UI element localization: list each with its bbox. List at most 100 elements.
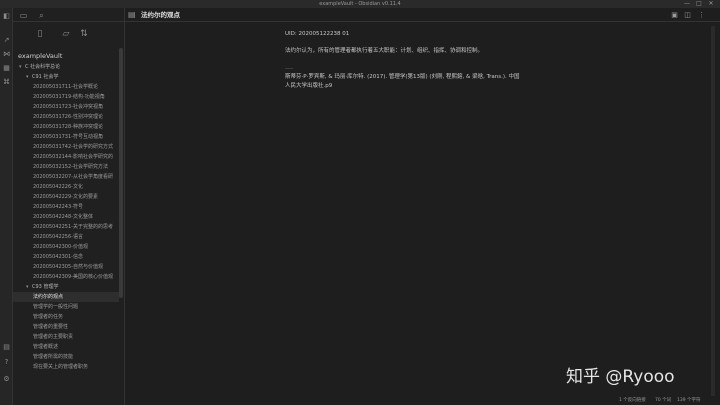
file-item[interactable]: 管理学的一般性问题: [13, 302, 119, 312]
tree-item-label: 法约尔的观点: [33, 294, 64, 300]
tree-item-label: 202005032207-从社会学角度看研: [33, 174, 113, 180]
char-count: 139 个字符: [677, 398, 701, 403]
tree-item-label: 202005042309-美国的核心价值观: [33, 274, 113, 280]
help-icon[interactable]: ?: [2, 358, 11, 367]
graph-view-icon[interactable]: ⋈: [2, 50, 11, 59]
file-item[interactable]: 202005031728-种族冲突理论: [13, 122, 119, 132]
file-item[interactable]: 202005042243-符号: [13, 202, 119, 212]
tree-item-label: 202005031711-社会学概论: [33, 84, 98, 90]
sort-icon[interactable]: ⇅: [79, 29, 89, 39]
tree-item-label: 202005042251-关于完整的的思考: [33, 224, 113, 230]
vault-switch-icon[interactable]: ▤: [2, 343, 11, 352]
note-paragraph: 法约尔认为，所有的管理者都执行着五大职能：计划、组织、指挥、协调和控制。: [285, 48, 484, 54]
tree-item-label: 202005031719-结构-功能视角: [33, 94, 105, 100]
tree-item-label: 202005032144-影响社会学研究的: [33, 154, 113, 160]
editor-scrollbar[interactable]: [711, 26, 715, 396]
close-button[interactable]: ✕: [706, 0, 716, 8]
more-options-icon[interactable]: ⋮: [697, 10, 706, 20]
tree-item-label: 202005042226-文化: [33, 184, 83, 190]
folder-item[interactable]: ▾ C91 社会学: [13, 72, 119, 82]
file-item[interactable]: 202005042309-美国的核心价值观: [13, 272, 119, 282]
sidebar-toggle-icon[interactable]: ◧: [2, 12, 11, 21]
file-item[interactable]: 202005031723-社会冲突视角: [13, 102, 119, 112]
tree-item-label: 202005031731-符号互动视角: [33, 134, 103, 140]
tree-item-label: 管理者的重要性: [33, 324, 69, 330]
tree-item-label: C 社会科学总论: [25, 64, 61, 70]
tree-item-label: 202005031742-社会学的研究方式: [33, 144, 113, 150]
search-icon[interactable]: ⌕: [37, 11, 46, 20]
preview-toggle-icon[interactable]: ▣: [670, 10, 679, 20]
tree-item-label: 202005031723-社会冲突视角: [33, 104, 103, 110]
window-titlebar: exampleVault - Obsidian v0.11.4 — □ ✕: [0, 0, 720, 8]
calendar-icon[interactable]: ▦: [2, 64, 11, 73]
file-item[interactable]: 202005042300-价值观: [13, 242, 119, 252]
file-item[interactable]: 202005031726-性别冲突理论: [13, 112, 119, 122]
maximize-button[interactable]: □: [694, 0, 704, 8]
tree-item-label: C91 社会学: [32, 74, 59, 80]
file-item[interactable]: 202005042305-自然与价值观: [13, 262, 119, 272]
file-item[interactable]: 管理者的主要职责: [13, 332, 119, 342]
file-explorer-actions: ▯ ▱ ⇅: [13, 22, 125, 46]
note-reference-line-2: 人民大学出版社.p9: [285, 83, 333, 89]
file-item[interactable]: 202005042256-语言: [13, 232, 119, 242]
note-separator: ----: [285, 66, 293, 72]
watermark-text: 知乎 @Ryooo: [566, 367, 675, 387]
tree-item-label: C93 管理学: [32, 284, 59, 290]
tree-item-label: 202005042248-文化整体: [33, 214, 93, 220]
left-ribbon: ◧ ↗ ⋈ ▦ ⌘ ▤ ? ⚙: [0, 8, 13, 405]
file-item[interactable]: 202005031731-符号互动视角: [13, 132, 119, 142]
file-item[interactable]: 管理者概述: [13, 342, 119, 352]
file-item[interactable]: 202005042229-文化的要素: [13, 192, 119, 202]
tree-item-label: 202005042243-符号: [33, 204, 83, 210]
split-pane-icon[interactable]: ◫: [683, 10, 692, 20]
tree-item-label: 202005042256-语言: [33, 234, 83, 240]
document-icon: ▤: [128, 10, 136, 19]
tree-item-label: 202005042305-自然与价值观: [33, 264, 103, 270]
new-folder-icon[interactable]: ▱: [61, 29, 71, 39]
folder-item[interactable]: ▾ C 社会科学总论: [13, 62, 119, 72]
tree-item-label: 现在要关上的管理者职务: [33, 364, 89, 370]
file-item[interactable]: 202005042248-文化整体: [13, 212, 119, 222]
command-palette-icon[interactable]: ⌘: [2, 78, 11, 87]
file-item[interactable]: 管理者的重要性: [13, 322, 119, 332]
tree-item-label: 管理者所需的技能: [33, 354, 74, 360]
file-item[interactable]: 202005031742-社会学的研究方式: [13, 142, 119, 152]
file-item[interactable]: 202005042226-文化: [13, 182, 119, 192]
file-item[interactable]: 管理者所需的技能: [13, 352, 119, 362]
file-item[interactable]: 202005031719-结构-功能视角: [13, 92, 119, 102]
tree-item-label: 202005042229-文化的要素: [33, 194, 98, 200]
file-item[interactable]: 管理者的任务: [13, 312, 119, 322]
note-uid: UID: 202005122238 01: [285, 31, 350, 37]
sidebar-tab-header: ▭ ⌕: [13, 8, 125, 22]
file-item[interactable]: 202005042301-信念: [13, 252, 119, 262]
file-item[interactable]: 现在要关上的管理者职务: [13, 362, 119, 372]
sidebar-scrollbar[interactable]: [119, 48, 123, 298]
folder-item[interactable]: ▾ C93 管理学: [13, 282, 119, 292]
file-explorer-sidebar: ▭ ⌕ ▯ ▱ ⇅ exampleVault ▾ C 社会科学总论 ▾ C91 社会学…: [13, 8, 125, 405]
minimize-button[interactable]: —: [682, 0, 692, 8]
file-item[interactable]: 202005032207-从社会学角度看研: [13, 172, 119, 182]
file-item[interactable]: 202005031711-社会学概论: [13, 82, 119, 92]
tree-item-label: 202005042300-价值观: [33, 244, 88, 250]
file-item-active[interactable]: 法约尔的观点: [13, 292, 119, 302]
window-title: exampleVault - Obsidian v0.11.4: [319, 1, 401, 7]
tree-item-label: 管理者的主要职责: [33, 334, 74, 340]
tree-item-label: 202005042301-信念: [33, 254, 83, 260]
tree-item-label: 管理者的任务: [33, 314, 64, 320]
folder-icon[interactable]: ▭: [19, 11, 28, 20]
editor-pane: ▤ 法约尔的观点 ▣ ◫ ⋮ UID: 202005122238 01 法约尔认…: [125, 8, 720, 405]
new-note-icon[interactable]: ▯: [35, 29, 45, 39]
open-quick-switcher-icon[interactable]: ↗: [2, 36, 11, 45]
file-item[interactable]: 202005032144-影响社会学研究的: [13, 152, 119, 162]
file-item[interactable]: 202005042251-关于完整的的思考: [13, 222, 119, 232]
tree-item-label: 管理学的一般性问题: [33, 304, 79, 310]
status-bar: 1 个反向链接 70 个词 139 个字符: [125, 396, 720, 405]
note-title[interactable]: 法约尔的观点: [141, 8, 180, 22]
settings-icon[interactable]: ⚙: [2, 375, 11, 384]
note-reference-line-1: 斯蒂芬·P·罗宾斯, & 玛丽·库尔特. (2017). 管理学(第13版) (…: [285, 74, 520, 80]
vault-name: exampleVault: [18, 52, 63, 60]
backlinks-count[interactable]: 1 个反向链接: [619, 396, 646, 405]
file-item[interactable]: 202005032152-社会学研究方法: [13, 162, 119, 172]
note-header: ▤ 法约尔的观点 ▣ ◫ ⋮: [125, 8, 720, 22]
tree-item-label: 202005032152-社会学研究方法: [33, 164, 108, 170]
